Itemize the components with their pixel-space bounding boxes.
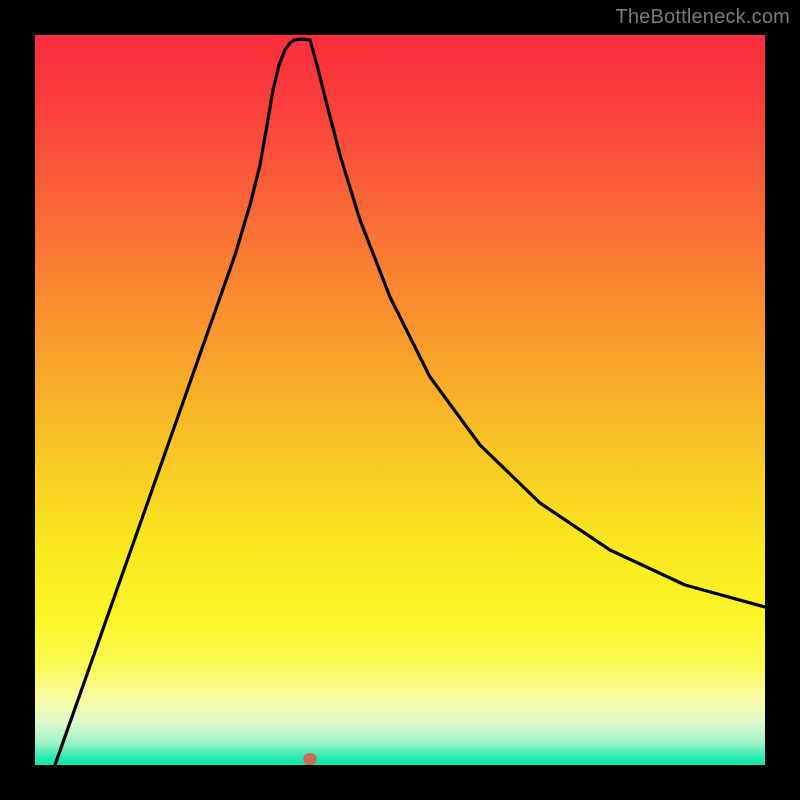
bottleneck-curve (35, 35, 765, 765)
watermark-label: TheBottleneck.com (615, 6, 790, 29)
chart-frame: TheBottleneck.com (0, 0, 800, 800)
plot-area (35, 35, 765, 765)
optimum-marker-icon (303, 753, 317, 765)
